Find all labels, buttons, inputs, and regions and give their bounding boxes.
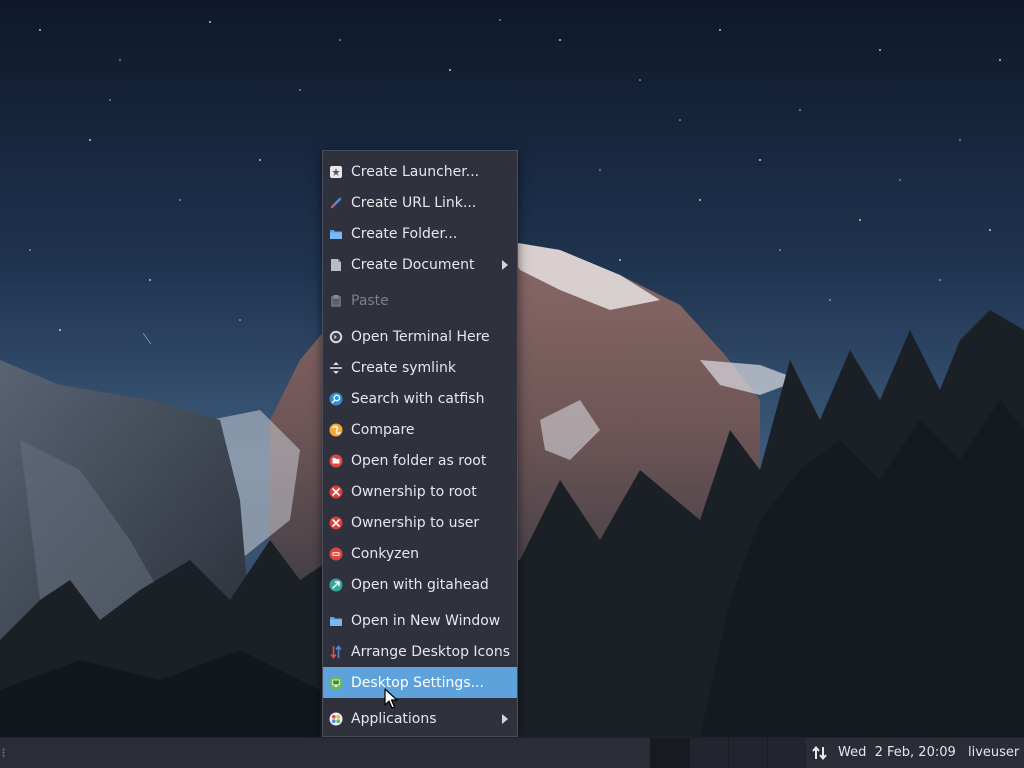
submenu-arrow-icon xyxy=(502,713,508,724)
menu-item-label: Paste xyxy=(351,292,389,309)
document-icon xyxy=(329,258,343,272)
launcher-icon xyxy=(329,165,343,179)
menu-item-label: Arrange Desktop Icons xyxy=(351,643,510,660)
menu-item-label: Create Launcher... xyxy=(351,163,480,180)
new-window-folder-icon xyxy=(329,614,343,628)
menu-item-label: Ownership to root xyxy=(351,483,477,500)
workspace-switcher xyxy=(650,738,806,768)
ownership-user-icon xyxy=(329,516,343,530)
menu-item-label: Compare xyxy=(351,421,415,438)
menu-item-create-folder[interactable]: Create Folder... xyxy=(323,218,517,249)
submenu-arrow-icon xyxy=(502,259,508,270)
symlink-icon xyxy=(329,361,343,375)
ownership-root-icon xyxy=(329,485,343,499)
catfish-search-icon xyxy=(329,392,343,406)
compare-icon xyxy=(329,423,343,437)
menu-item-label: Ownership to user xyxy=(351,514,480,531)
menu-item-ownership-to-root[interactable]: Ownership to root xyxy=(323,476,517,507)
menu-item-label: Create Folder... xyxy=(351,225,458,242)
gitahead-icon xyxy=(329,578,343,592)
menu-item-conkyzen[interactable]: Conkyzen xyxy=(323,538,517,569)
workspace-1[interactable] xyxy=(650,738,689,768)
menu-item-label: Create URL Link... xyxy=(351,194,477,211)
taskbar: Wed 2 Feb, 20:09 liveuser xyxy=(0,737,1024,768)
menu-item-create-launcher[interactable]: Create Launcher... xyxy=(323,156,517,187)
mouse-cursor-icon xyxy=(384,688,398,709)
workspace-3[interactable] xyxy=(728,738,767,768)
menu-item-label: Open Terminal Here xyxy=(351,328,490,345)
menu-item-paste[interactable]: Paste xyxy=(323,285,517,316)
menu-item-label: Create Document xyxy=(351,256,475,273)
applications-icon xyxy=(329,712,343,726)
url-link-icon xyxy=(329,196,343,210)
menu-item-create-url-link[interactable]: Create URL Link... xyxy=(323,187,517,218)
terminal-icon xyxy=(329,330,343,344)
menu-item-label: Open folder as root xyxy=(351,452,487,469)
network-icon[interactable] xyxy=(811,744,829,762)
menu-item-applications[interactable]: Applications xyxy=(323,703,517,734)
clock[interactable]: Wed 2 Feb, 20:09 xyxy=(838,738,956,768)
menu-item-label: Open in New Window xyxy=(351,612,501,629)
root-folder-icon xyxy=(329,454,343,468)
desktop[interactable]: Create Launcher... Create URL Link... Cr… xyxy=(0,0,1024,768)
user-name[interactable]: liveuser xyxy=(968,738,1019,768)
menu-item-label: Open with gitahead xyxy=(351,576,489,593)
arrange-icons-icon xyxy=(329,644,343,659)
menu-item-arrange-desktop-icons[interactable]: Arrange Desktop Icons xyxy=(323,636,517,667)
menu-item-open-folder-as-root[interactable]: Open folder as root xyxy=(323,445,517,476)
conkyzen-icon xyxy=(329,547,343,561)
menu-item-create-symlink[interactable]: Create symlink xyxy=(323,352,517,383)
menu-item-open-terminal-here[interactable]: Open Terminal Here xyxy=(323,321,517,352)
menu-item-desktop-settings[interactable]: Desktop Settings... xyxy=(323,667,517,698)
paste-icon xyxy=(329,294,343,308)
panel-handle-icon[interactable] xyxy=(2,748,5,758)
desktop-context-menu: Create Launcher... Create URL Link... Cr… xyxy=(322,150,518,737)
menu-item-label: Conkyzen xyxy=(351,545,419,562)
menu-item-compare[interactable]: Compare xyxy=(323,414,517,445)
menu-item-label: Search with catfish xyxy=(351,390,485,407)
menu-item-search-with-catfish[interactable]: Search with catfish xyxy=(323,383,517,414)
menu-item-create-document[interactable]: Create Document xyxy=(323,249,517,280)
workspace-4[interactable] xyxy=(767,738,806,768)
menu-item-ownership-to-user[interactable]: Ownership to user xyxy=(323,507,517,538)
workspace-2[interactable] xyxy=(689,738,728,768)
folder-icon xyxy=(329,227,343,241)
menu-item-label: Applications xyxy=(351,710,437,727)
menu-item-label: Desktop Settings... xyxy=(351,674,484,691)
desktop-settings-icon xyxy=(329,676,343,690)
menu-item-open-in-new-window[interactable]: Open in New Window xyxy=(323,605,517,636)
menu-item-label: Create symlink xyxy=(351,359,456,376)
menu-item-open-with-gitahead[interactable]: Open with gitahead xyxy=(323,569,517,600)
